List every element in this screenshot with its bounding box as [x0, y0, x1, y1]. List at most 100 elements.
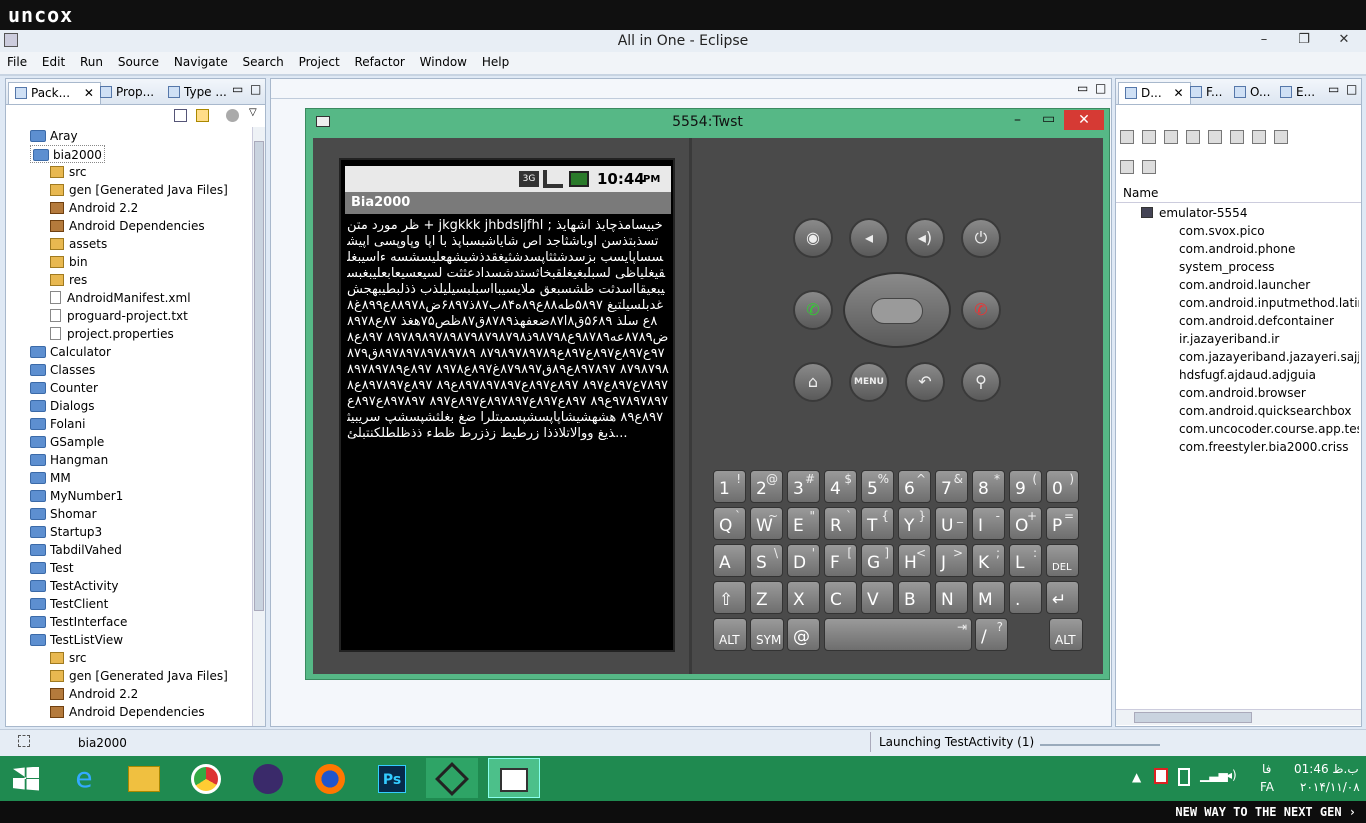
tree-item[interactable]: src [50, 649, 87, 667]
camera-button[interactable]: ◉ [793, 218, 833, 258]
menu-search[interactable]: Search [238, 52, 289, 73]
key[interactable]: P = [1046, 507, 1079, 540]
key[interactable]: W ~ [750, 507, 783, 540]
battery-tray-icon[interactable] [1178, 768, 1190, 786]
menu-refactor[interactable]: Refactor [350, 52, 410, 73]
action-center-icon[interactable] [1154, 768, 1168, 784]
tree-item[interactable]: Android Dependencies [50, 703, 205, 721]
systrace-icon[interactable] [1120, 159, 1134, 174]
tree-item[interactable]: proguard-project.txt [50, 307, 188, 325]
process-row[interactable]: com.android.browser [1179, 384, 1359, 402]
key[interactable]: 0) [1046, 470, 1079, 503]
close-icon[interactable]: ✕ [1174, 86, 1184, 100]
key-alt[interactable]: ALT [713, 618, 747, 651]
maximize-editor-button[interactable]: □ [1095, 81, 1106, 95]
key[interactable]: N [935, 581, 968, 614]
process-row[interactable]: com.uncocoder.course.app.test_lis [1179, 420, 1359, 438]
tree-item[interactable]: Counter [30, 379, 98, 397]
process-row[interactable]: com.android.quicksearchbox [1179, 402, 1359, 420]
key[interactable]: V [861, 581, 894, 614]
process-row[interactable]: hdsfugf.ajdaud.adjguia [1179, 366, 1359, 384]
minimize-view-button[interactable]: ▭ [1326, 82, 1341, 104]
status-tray-icons[interactable] [1178, 735, 1358, 749]
menu-project[interactable]: Project [294, 52, 345, 73]
emulator-task-icon[interactable] [488, 758, 540, 798]
process-row[interactable]: com.android.defcontainer [1179, 312, 1359, 330]
volume-tray-icon[interactable]: ◂) [1226, 768, 1237, 782]
uiautomator-icon[interactable] [1142, 159, 1156, 174]
tree-item[interactable]: project.properties [50, 325, 174, 343]
filter-icon[interactable] [226, 109, 239, 122]
photoshop-icon[interactable]: Ps [366, 758, 418, 798]
key[interactable]: U _ [935, 507, 968, 540]
tab-outline[interactable]: O... [1228, 82, 1276, 104]
key[interactable]: O + [1009, 507, 1042, 540]
stop-icon[interactable] [1252, 129, 1266, 144]
process-row[interactable]: com.jazayeriband.jazayeri.sajjad.Ta [1179, 348, 1359, 366]
process-row[interactable]: com.freestyler.bia2000.criss [1179, 438, 1359, 456]
key-slash[interactable]: /? [975, 618, 1008, 651]
debug-icon[interactable] [1120, 129, 1134, 144]
key[interactable]: 8 * [972, 470, 1005, 503]
key[interactable]: 7 & [935, 470, 968, 503]
key[interactable]: H < [898, 544, 931, 577]
minimize-editor-button[interactable]: ▭ [1077, 81, 1088, 95]
restore-button[interactable]: ❐ [1284, 30, 1324, 52]
devices-header[interactable]: Name [1116, 183, 1361, 203]
key[interactable]: F[ [824, 544, 857, 577]
clock-time[interactable]: 01:46 ب.ظ [1294, 762, 1359, 776]
key[interactable]: I- [972, 507, 1005, 540]
screenshot-icon[interactable] [1274, 129, 1288, 144]
unity-icon[interactable] [426, 758, 478, 798]
key[interactable]: 6 ^ [898, 470, 931, 503]
power-button[interactable]: ⏻ [961, 218, 1001, 258]
key[interactable]: 1! [713, 470, 746, 503]
search-button[interactable]: ⚲ [961, 362, 1001, 402]
language-indicator[interactable]: FA [1260, 780, 1274, 794]
key[interactable]: 4 $ [824, 470, 857, 503]
emu-minimize-button[interactable]: – [1014, 112, 1021, 128]
network-tray-icon[interactable]: ▁▃▅ [1200, 768, 1228, 782]
key-sym[interactable]: SYM [750, 618, 784, 651]
menu-source[interactable]: Source [113, 52, 164, 73]
key[interactable]: J > [935, 544, 968, 577]
home-button[interactable]: ⌂ [793, 362, 833, 402]
tab-package-explorer[interactable]: Pack... ✕ [8, 82, 101, 104]
explorer-icon[interactable] [118, 758, 170, 798]
tree-item[interactable]: Android Dependencies [50, 217, 205, 235]
key[interactable]: Q ` [713, 507, 746, 540]
menu-help[interactable]: Help [477, 52, 514, 73]
menu-navigate[interactable]: Navigate [169, 52, 233, 73]
process-row[interactable]: system_process [1179, 258, 1359, 276]
emu-maximize-button[interactable]: ▭ [1042, 111, 1055, 127]
tree-item[interactable]: res [50, 271, 87, 289]
key[interactable]: 2 @ [750, 470, 783, 503]
volume-up-button[interactable]: ◂) [905, 218, 945, 258]
dpad[interactable] [843, 272, 951, 348]
fastview-icon[interactable] [18, 735, 30, 747]
key[interactable]: ⇧ [713, 581, 746, 614]
menu-button[interactable]: MENU [849, 362, 889, 402]
key[interactable]: 9( [1009, 470, 1042, 503]
device-row[interactable]: emulator-5554 [1141, 206, 1247, 220]
key[interactable]: A [713, 544, 746, 577]
key[interactable]: DEL [1046, 544, 1079, 577]
tree-item[interactable]: AndroidManifest.xml [50, 289, 191, 307]
tree-item[interactable]: TestActivity [30, 577, 119, 595]
collapse-all-icon[interactable] [174, 109, 187, 122]
key[interactable]: G] [861, 544, 894, 577]
key[interactable]: Z [750, 581, 783, 614]
key[interactable]: K; [972, 544, 1005, 577]
tab-file-explorer[interactable]: F... [1184, 82, 1228, 104]
key[interactable]: M [972, 581, 1005, 614]
tree-item[interactable]: bin [50, 253, 88, 271]
tree-item[interactable]: src [50, 163, 87, 181]
tree-item[interactable]: Shomar [30, 505, 97, 523]
tree-item[interactable]: TabdilVahed [30, 541, 122, 559]
tree-item[interactable]: bia2000 [30, 145, 105, 163]
back-button[interactable]: ↶ [905, 362, 945, 402]
tree-scrollbar[interactable] [252, 127, 265, 726]
process-row[interactable]: com.android.phone [1179, 240, 1359, 258]
maximize-view-button[interactable]: □ [248, 82, 263, 104]
end-call-button[interactable]: ✆ [961, 290, 1001, 330]
